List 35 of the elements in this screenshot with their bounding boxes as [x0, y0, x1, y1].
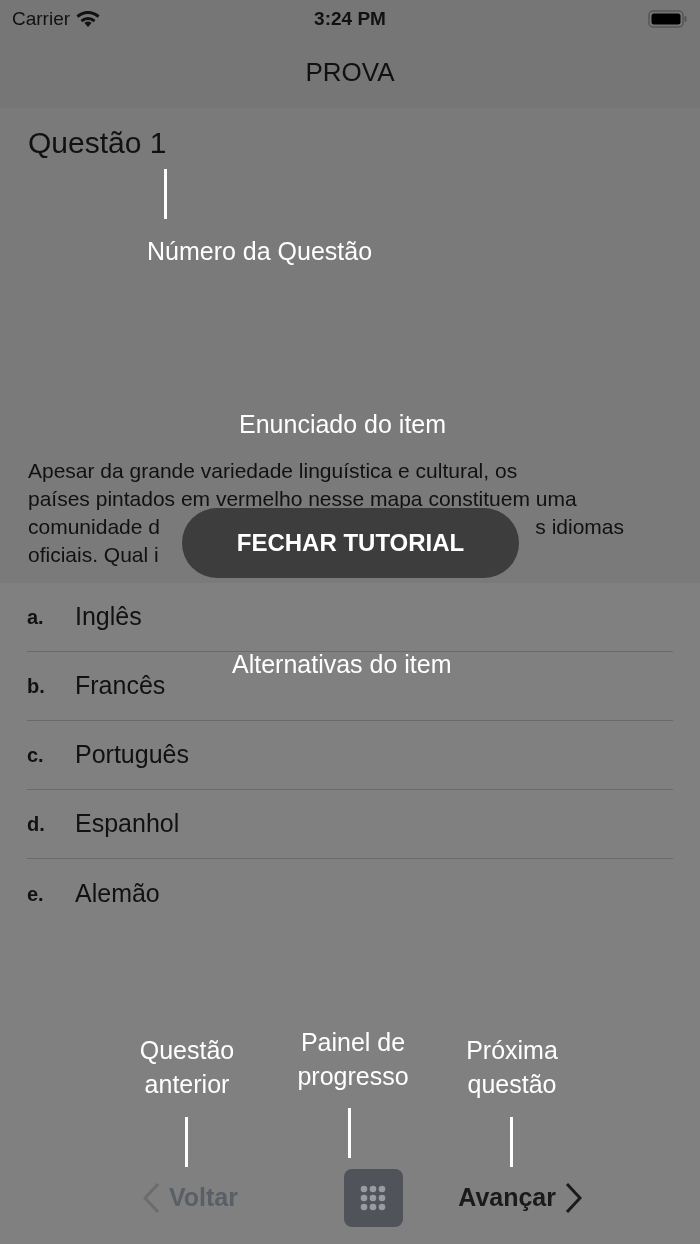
progress-panel-button[interactable] [343, 1169, 403, 1227]
question-number: Questão 1 [28, 125, 167, 161]
annotation-label: Número da Questão [147, 236, 373, 267]
alternative-text: Francês [75, 670, 166, 702]
battery-icon [648, 9, 688, 29]
leader-line [185, 1117, 188, 1167]
screen-title: PROVA [305, 55, 395, 89]
statement-text: Apesar da grande variedade linguística e cultural, os [28, 458, 518, 484]
alternative-letter: e. [27, 881, 45, 907]
alternative-text: Espanhol [75, 808, 180, 840]
annotation-label: Painel de progresso [296, 1027, 410, 1092]
leader-line [348, 1108, 351, 1158]
time-label: 3:24 PM [314, 6, 386, 31]
close-tutorial-button[interactable]: FECHAR TUTORIAL [182, 508, 519, 578]
next-button[interactable]: Avançar [458, 1179, 582, 1217]
wifi-icon [76, 10, 101, 28]
statement-text: oficiais. Qual i [28, 542, 159, 568]
annotation-label: Próxima questão [465, 1035, 559, 1100]
statement-text: s idiomas [535, 514, 625, 540]
alternative-text: Inglês [75, 601, 142, 633]
carrier-label: Carrier [12, 6, 71, 31]
alternative-text: Português [75, 739, 189, 771]
grid-icon [360, 1185, 387, 1211]
alternative-letter: c. [27, 743, 45, 768]
leader-line [164, 169, 167, 219]
chevron-right-icon [564, 1182, 582, 1214]
annotation-label: Alternativas do item [232, 649, 452, 680]
alternative-letter: b. [27, 674, 46, 699]
alternative-text: Alemão [75, 877, 160, 909]
leader-line [510, 1117, 513, 1167]
annotation-label: Questão anterior [138, 1035, 236, 1100]
alternative-letter: d. [27, 812, 46, 837]
statement-text: comunidade d [28, 514, 160, 540]
alternative-letter: a. [27, 605, 45, 630]
annotation-label: Enunciado do item [239, 409, 447, 440]
